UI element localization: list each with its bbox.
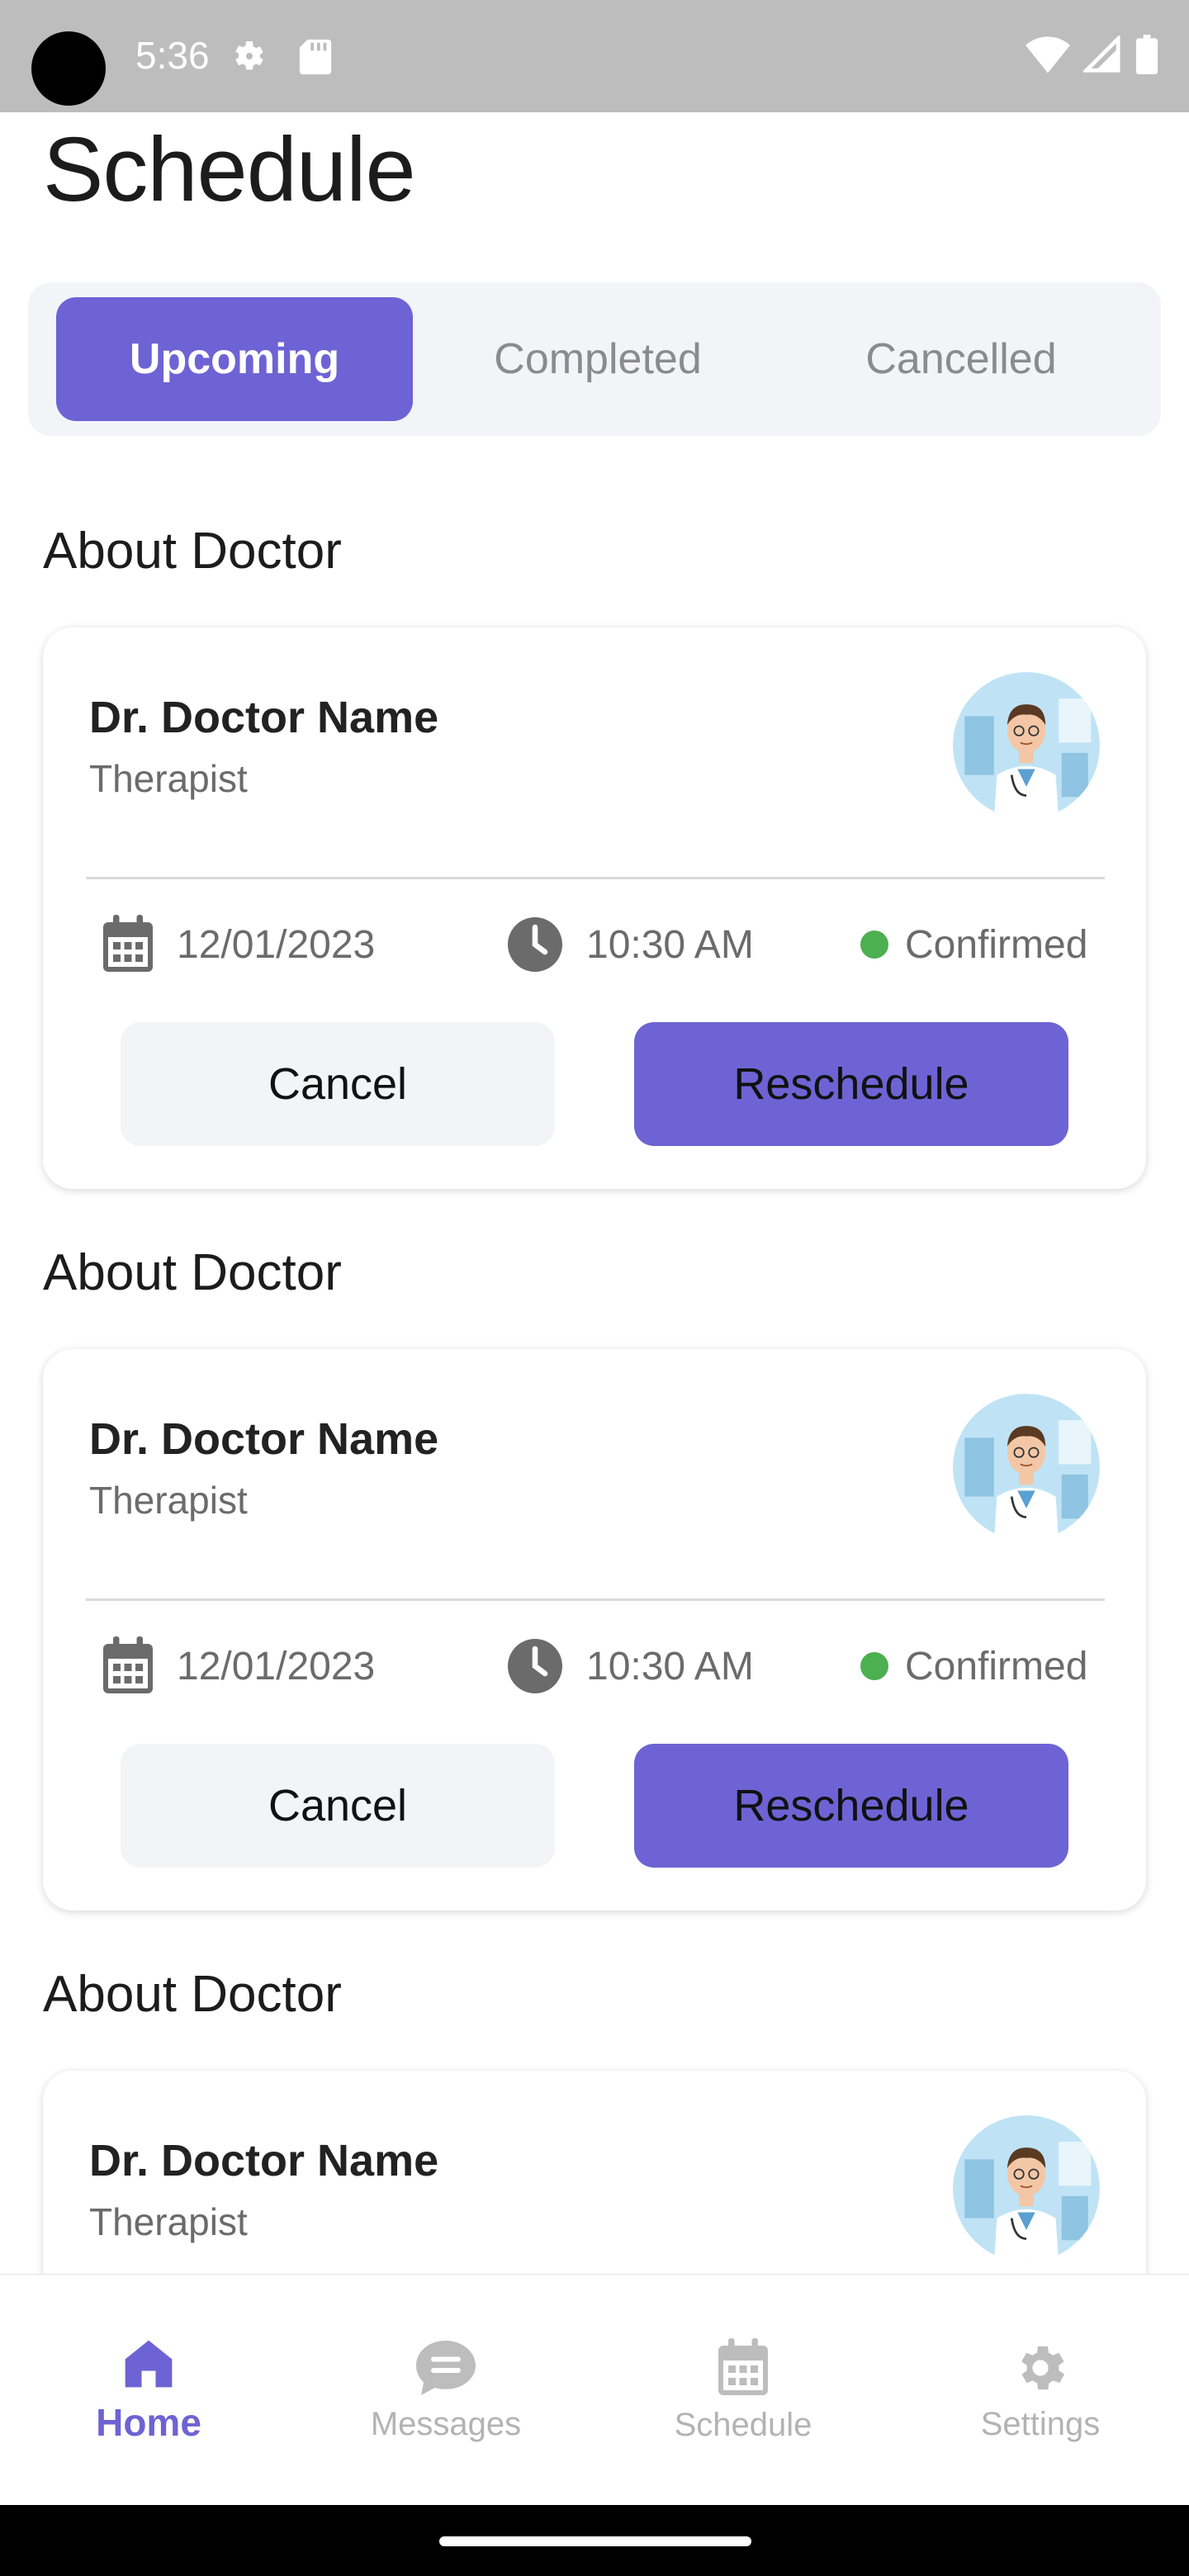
doctor-role: Therapist (89, 1479, 248, 1522)
section-heading: About Doctor (43, 1244, 342, 1301)
doctor-avatar (953, 1394, 1100, 1541)
nav-settings[interactable]: Settings (892, 2275, 1189, 2506)
chat-icon (416, 2340, 476, 2395)
doctor-name: Dr. Doctor Name (89, 2136, 439, 2185)
nav-schedule[interactable]: Schedule (594, 2275, 892, 2506)
cancel-button[interactable]: Cancel (121, 1022, 555, 1146)
tab-bar: Upcoming Completed Cancelled (28, 282, 1161, 436)
clock-icon (508, 917, 562, 972)
cancel-button[interactable]: Cancel (121, 1744, 555, 1868)
appointment-date: 12/01/2023 (101, 912, 375, 978)
appointment-card: Dr. Doctor Name Therapist 12/01/2023 10:… (43, 1349, 1146, 1911)
doctor-name: Dr. Doctor Name (89, 693, 439, 742)
date-text: 12/01/2023 (177, 922, 376, 967)
sd-card-icon (299, 39, 332, 75)
nav-label: Settings (980, 2405, 1101, 2442)
status-text: Confirmed (905, 922, 1088, 967)
clock-icon (508, 1639, 562, 1693)
doctor-avatar (953, 672, 1100, 819)
tab-upcoming[interactable]: Upcoming (56, 297, 413, 421)
status-icons (1026, 35, 1159, 74)
reschedule-button[interactable]: Reschedule (634, 1022, 1068, 1146)
doctor-role: Therapist (89, 2200, 248, 2243)
wifi-icon (1026, 36, 1070, 73)
calendar-icon (103, 1636, 153, 1693)
card-divider (86, 877, 1105, 879)
bottom-nav: Home Messages Schedule Settings (0, 2274, 1189, 2505)
nav-label: Home (96, 2401, 201, 2444)
appointment-status: Confirmed (860, 912, 1087, 978)
camera-cutout (31, 31, 106, 106)
battery-icon (1135, 35, 1158, 74)
settings-status-icon (235, 41, 263, 70)
home-gesture-handle[interactable] (439, 2536, 751, 2546)
system-nav-bar (0, 2505, 1189, 2576)
status-dot (860, 930, 888, 959)
tab-cancelled[interactable]: Cancelled (783, 297, 1139, 421)
status-dot (860, 1652, 888, 1680)
appointment-time: 10:30 AM (505, 912, 754, 978)
page-title: Schedule (43, 119, 416, 220)
nav-messages[interactable]: Messages (297, 2275, 594, 2506)
appointment-date: 12/01/2023 (101, 1633, 375, 1699)
section-heading: About Doctor (43, 1966, 342, 2023)
nav-label: Schedule (674, 2406, 812, 2443)
gear-icon (1021, 2346, 1065, 2389)
calendar-icon (718, 2337, 768, 2395)
nav-label: Messages (370, 2405, 522, 2442)
home-icon (125, 2340, 173, 2388)
doctor-role: Therapist (89, 757, 248, 800)
appointment-card: Dr. Doctor Name Therapist 12/01/2023 10:… (43, 627, 1146, 1189)
date-text: 12/01/2023 (177, 1644, 376, 1688)
status-time: 5:36 (135, 34, 210, 77)
tab-completed[interactable]: Completed (419, 297, 776, 421)
signal-icon (1083, 36, 1120, 73)
section-heading: About Doctor (43, 523, 342, 580)
time-text: 10:30 AM (586, 922, 754, 967)
doctor-name: Dr. Doctor Name (89, 1414, 439, 1464)
time-text: 10:30 AM (586, 1644, 754, 1688)
doctor-avatar (953, 2115, 1100, 2262)
card-divider (86, 1598, 1105, 1601)
appointment-time: 10:30 AM (505, 1633, 754, 1699)
calendar-icon (103, 915, 153, 972)
status-text: Confirmed (905, 1644, 1088, 1688)
reschedule-button[interactable]: Reschedule (634, 1744, 1068, 1868)
status-bar: 5:36 (0, 0, 1189, 112)
nav-home[interactable]: Home (0, 2275, 297, 2506)
appointment-status: Confirmed (860, 1633, 1087, 1699)
